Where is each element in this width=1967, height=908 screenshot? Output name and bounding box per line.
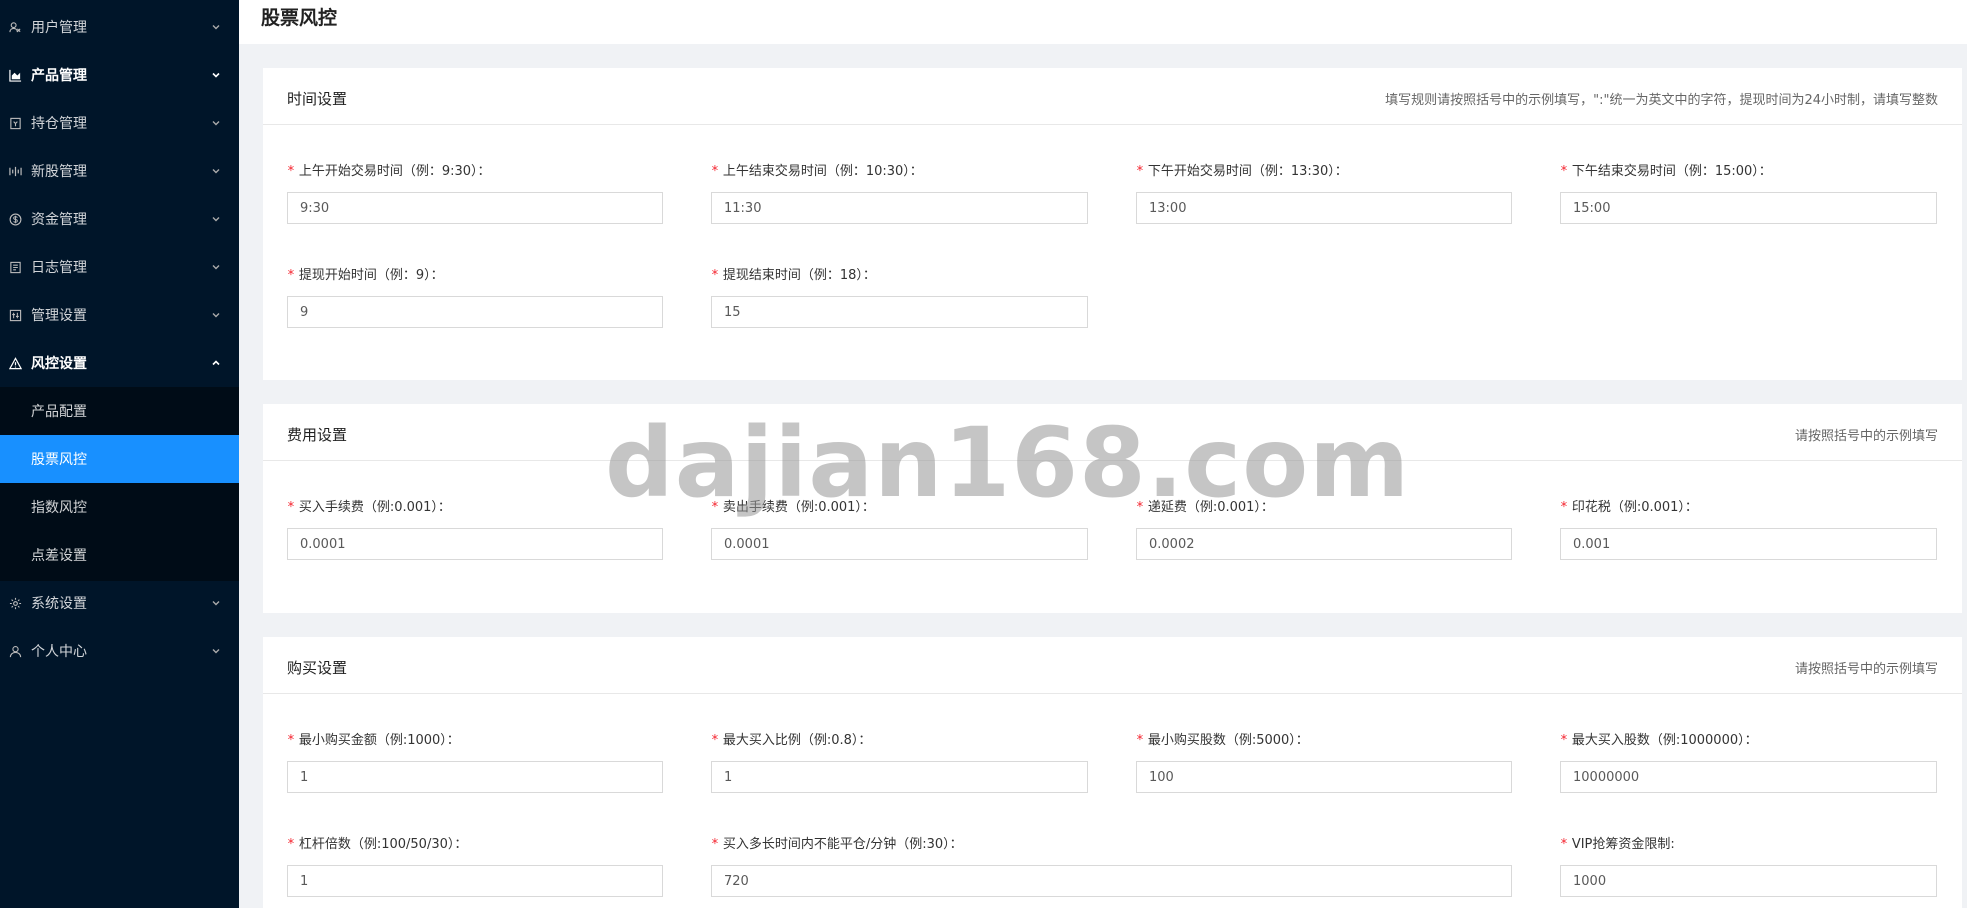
sell-fee-input[interactable] xyxy=(711,528,1088,560)
field-label: * 最大买入股数（例:1000000）： xyxy=(1560,733,1758,748)
sidebar-item-users[interactable]: 用户管理 xyxy=(0,3,239,51)
sidebar-item-label: 风控设置 xyxy=(31,356,87,372)
withdraw-start-time-input[interactable] xyxy=(287,296,663,328)
users-icon xyxy=(8,20,22,34)
sidebar-item-positions[interactable]: 持仓管理 xyxy=(0,99,239,147)
field-label: * 上午结束交易时间（例：10:30）： xyxy=(711,164,923,179)
sidebar-item-label: 持仓管理 xyxy=(31,116,87,132)
field-label: * 买入手续费（例:0.001）： xyxy=(287,500,451,515)
chevron-down-icon xyxy=(212,169,220,174)
sidebar-item-funds[interactable]: 资金管理 xyxy=(0,195,239,243)
sidebar-item-personal-center[interactable]: 个人中心 xyxy=(0,627,239,675)
field-label: * 提现开始时间（例：9）： xyxy=(287,268,444,283)
sidebar-subitem-product-config[interactable]: 产品配置 xyxy=(0,387,239,435)
field-label: * 下午结束交易时间（例：15:00）： xyxy=(1560,164,1772,179)
field-label: * 下午开始交易时间（例：13:30）： xyxy=(1136,164,1348,179)
field-label: * 最大买入比例（例:0.8）： xyxy=(711,733,872,748)
card-title: 时间设置 xyxy=(287,90,348,108)
chevron-down-icon xyxy=(212,649,220,654)
position-icon xyxy=(8,116,22,130)
card-title: 购买设置 xyxy=(287,659,348,677)
field-label: * 递延费（例:0.001）： xyxy=(1136,500,1274,515)
sidebar-item-products[interactable]: 产品管理 xyxy=(0,51,239,99)
field-label: * 最小购买金额（例:1000）： xyxy=(287,733,460,748)
new-stock-icon xyxy=(8,164,22,178)
deferral-fee-input[interactable] xyxy=(1136,528,1512,560)
sidebar-subitem-stock-risk[interactable]: 股票风控 xyxy=(0,435,239,483)
withdraw-end-time-input[interactable] xyxy=(711,296,1088,328)
manage-settings-icon xyxy=(8,308,22,322)
max-buy-ratio-input[interactable] xyxy=(711,761,1088,793)
card-header: 费用设置 请按照括号中的示例填写 xyxy=(263,404,1962,461)
sidebar-item-label: 管理设置 xyxy=(31,308,87,324)
morning-end-time-input[interactable] xyxy=(711,192,1088,224)
field-label: * 印花税（例:0.001）： xyxy=(1560,500,1698,515)
dollar-icon xyxy=(8,212,22,226)
chevron-down-icon xyxy=(212,72,220,78)
card-header: 时间设置 填写规则请按照括号中的示例填写，":"统一为英文中的字符，提现时间为2… xyxy=(263,68,1962,125)
afternoon-end-time-input[interactable] xyxy=(1560,192,1937,224)
chevron-up-icon xyxy=(212,360,220,366)
sidebar-item-label: 新股管理 xyxy=(31,164,87,180)
afternoon-start-time-input[interactable] xyxy=(1136,192,1512,224)
field-label: * 杠杆倍数（例:100/50/30）： xyxy=(287,837,468,852)
sidebar: 用户管理 产品管理 持仓管理 新股管理 资金管理 日志管理 管理设置 风控设置 … xyxy=(0,0,239,908)
risk-settings-submenu: 产品配置 股票风控 指数风控 点差设置 xyxy=(0,387,239,581)
sidebar-item-label: 系统设置 xyxy=(31,596,87,612)
chevron-down-icon xyxy=(212,217,220,222)
card-title: 费用设置 xyxy=(287,426,348,444)
field-label: * 买入多长时间内不能平仓/分钟（例:30）： xyxy=(711,837,963,852)
morning-start-time-input[interactable] xyxy=(287,192,663,224)
warning-icon xyxy=(8,356,22,370)
sidebar-item-logs[interactable]: 日志管理 xyxy=(0,243,239,291)
buy-fee-input[interactable] xyxy=(287,528,663,560)
no-close-minutes-input[interactable] xyxy=(711,865,1512,897)
sidebar-item-label: 个人中心 xyxy=(31,644,87,660)
sidebar-item-label: 用户管理 xyxy=(31,20,87,36)
min-buy-amount-input[interactable] xyxy=(287,761,663,793)
sidebar-subitem-spread-settings[interactable]: 点差设置 xyxy=(0,531,239,579)
buy-settings-card: 购买设置 请按照括号中的示例填写 *最小购买金额（例:1000）： *最大买入比… xyxy=(263,637,1962,908)
sidebar-item-manage-settings[interactable]: 管理设置 xyxy=(0,291,239,339)
card-hint: 填写规则请按照括号中的示例填写，":"统一为英文中的字符，提现时间为24小时制，… xyxy=(1385,93,1938,108)
sidebar-item-label: 产品管理 xyxy=(31,68,87,84)
gear-icon xyxy=(8,596,22,610)
main-content: 股票风控 时间设置 填写规则请按照括号中的示例填写，":"统一为英文中的字符，提… xyxy=(239,0,1967,908)
field-label: * 卖出手续费（例:0.001）： xyxy=(711,500,875,515)
page-title: 股票风控 xyxy=(261,7,338,29)
field-label: * VIP抢筹资金限制: xyxy=(1560,837,1675,852)
sidebar-item-risk-settings[interactable]: 风控设置 xyxy=(0,339,239,387)
sidebar-item-label: 资金管理 xyxy=(31,212,87,228)
sidebar-item-system-settings[interactable]: 系统设置 xyxy=(0,579,239,627)
sidebar-item-label: 日志管理 xyxy=(31,260,87,276)
area-chart-icon xyxy=(8,68,22,82)
card-hint: 请按照括号中的示例填写 xyxy=(1794,662,1938,677)
chevron-down-icon xyxy=(212,601,220,606)
min-buy-shares-input[interactable] xyxy=(1136,761,1512,793)
vip-fund-limit-input[interactable] xyxy=(1560,865,1937,897)
log-icon xyxy=(8,260,22,274)
page-header: 股票风控 xyxy=(239,0,1967,44)
leverage-input[interactable] xyxy=(287,865,663,897)
field-label: * 上午开始交易时间（例：9:30）： xyxy=(287,164,491,179)
stamp-tax-input[interactable] xyxy=(1560,528,1937,560)
chevron-down-icon xyxy=(212,25,220,30)
card-hint: 请按照括号中的示例填写 xyxy=(1794,429,1938,444)
chevron-down-icon xyxy=(212,265,220,270)
sidebar-item-new-stocks[interactable]: 新股管理 xyxy=(0,147,239,195)
field-label: * 提现结束时间（例：18）： xyxy=(711,268,876,283)
chevron-down-icon xyxy=(212,121,220,126)
sidebar-subitem-index-risk[interactable]: 指数风控 xyxy=(0,483,239,531)
max-buy-shares-input[interactable] xyxy=(1560,761,1937,793)
fee-settings-card: 费用设置 请按照括号中的示例填写 *买入手续费（例:0.001）： *卖出手续费… xyxy=(263,404,1962,613)
time-settings-card: 时间设置 填写规则请按照括号中的示例填写，":"统一为英文中的字符，提现时间为2… xyxy=(263,68,1962,380)
field-label: * 最小购买股数（例:5000）： xyxy=(1136,733,1309,748)
card-header: 购买设置 请按照括号中的示例填写 xyxy=(263,637,1962,694)
user-icon xyxy=(8,644,22,658)
chevron-down-icon xyxy=(212,313,220,318)
